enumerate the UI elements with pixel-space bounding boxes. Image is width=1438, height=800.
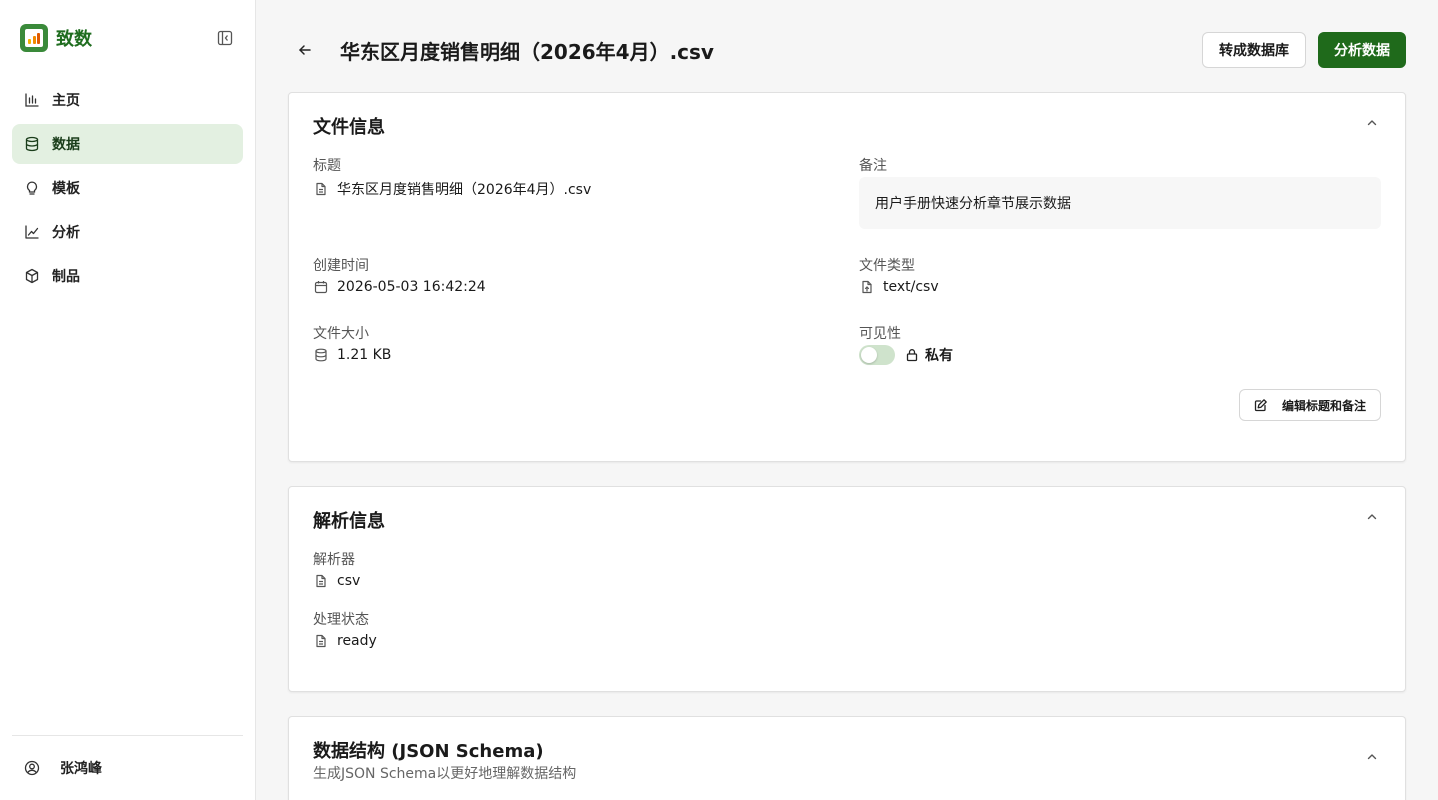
brand[interactable]: 致数 [20, 24, 92, 52]
sidebar-item-label: 模板 [52, 181, 80, 197]
sidebar-nav: 主页 数据 模板 分析 制品 [12, 80, 243, 300]
parser-label: 解析器 [313, 552, 355, 568]
sidebar-divider [12, 735, 243, 736]
analyze-data-button[interactable]: 分析数据 [1318, 32, 1406, 68]
card-title: 解析信息 [313, 511, 385, 532]
sidebar-item-home[interactable]: 主页 [12, 80, 243, 120]
schema-card: 数据结构 (JSON Schema) 生成JSON Schema以更好地理解数据… [288, 716, 1406, 800]
title-value: 华东区月度销售明细（2026年4月）.csv [313, 179, 591, 199]
sidebar-item-label: 数据 [52, 137, 80, 153]
sidebar-item-label: 分析 [52, 225, 80, 241]
note-label: 备注 [859, 158, 887, 174]
sidebar-item-templates[interactable]: 模板 [12, 168, 243, 208]
type-label: 文件类型 [859, 258, 915, 274]
visibility-toggle[interactable] [859, 345, 895, 365]
sidebar-item-data[interactable]: 数据 [12, 124, 243, 164]
edit-title-note-button[interactable]: 编辑标题和备注 [1239, 389, 1381, 421]
status-value: ready [313, 633, 377, 649]
visibility-value: 私有 [905, 345, 953, 365]
card-title: 数据结构 (JSON Schema) [313, 741, 544, 762]
parser-value: csv [313, 573, 360, 589]
database-icon [24, 136, 40, 152]
lock-icon [905, 348, 919, 362]
brand-logo-icon [20, 24, 48, 52]
visibility-label: 可见性 [859, 326, 901, 342]
created-value: 2026-05-03 16:42:24 [313, 279, 486, 295]
main-content: 华东区月度销售明细（2026年4月）.csv 转成数据库 分析数据 文件信息 标… [257, 0, 1438, 800]
sidebar-item-artifacts[interactable]: 制品 [12, 256, 243, 296]
card-subtitle: 生成JSON Schema以更好地理解数据结构 [313, 766, 577, 782]
file-text-icon [313, 181, 329, 197]
chevron-up-icon[interactable] [1365, 750, 1379, 764]
sidebar-collapse-icon[interactable] [216, 29, 234, 47]
sidebar-item-label: 主页 [52, 93, 80, 109]
chevron-up-icon[interactable] [1365, 510, 1379, 524]
line-chart-icon [24, 224, 40, 240]
back-arrow-icon[interactable] [295, 40, 315, 60]
status-label: 处理状态 [313, 612, 369, 628]
user-name: 张鸿峰 [60, 761, 102, 777]
chevron-up-icon[interactable] [1365, 116, 1379, 130]
sidebar-item-analysis[interactable]: 分析 [12, 212, 243, 252]
sidebar-item-label: 制品 [52, 269, 80, 285]
type-value: text/csv [859, 279, 939, 295]
created-label: 创建时间 [313, 258, 369, 274]
size-label: 文件大小 [313, 326, 369, 342]
user-circle-icon [24, 760, 40, 776]
user-menu[interactable]: 张鸿峰 [24, 758, 102, 778]
database-icon [313, 347, 329, 363]
note-value: 用户手册快速分析章节展示数据 [859, 177, 1381, 229]
file-text-icon [313, 573, 329, 589]
calendar-icon [313, 279, 329, 295]
file-upload-icon [859, 279, 875, 295]
box-icon [24, 268, 40, 284]
page-title: 华东区月度销售明细（2026年4月）.csv [340, 40, 714, 64]
convert-to-database-button[interactable]: 转成数据库 [1202, 32, 1306, 68]
card-title: 文件信息 [313, 117, 385, 138]
file-info-card: 文件信息 标题 华东区月度销售明细（2026年4月）.csv 备注 用户手册快速… [288, 92, 1406, 462]
brand-name: 致数 [56, 29, 92, 50]
lightbulb-icon [24, 180, 40, 196]
parse-info-card: 解析信息 解析器 csv 处理状态 ready [288, 486, 1406, 692]
sidebar: 致数 主页 数据 模板 分析 制品 张鸿峰 [0, 0, 256, 800]
edit-icon [1254, 398, 1268, 412]
title-label: 标题 [313, 158, 341, 174]
file-text-icon [313, 633, 329, 649]
size-value: 1.21 KB [313, 347, 391, 363]
bar-chart-icon [24, 92, 40, 108]
